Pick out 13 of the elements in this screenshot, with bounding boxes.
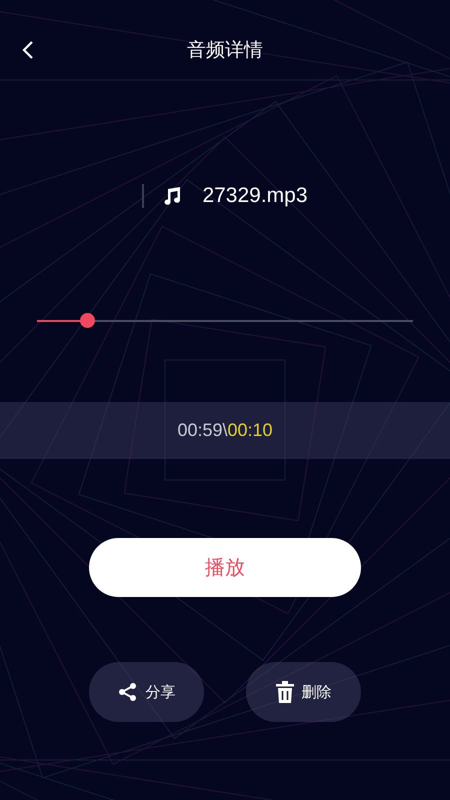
slider-thumb[interactable]	[80, 313, 95, 328]
share-button[interactable]: 分享	[89, 662, 204, 722]
page-title: 音频详情	[187, 38, 263, 63]
delete-button[interactable]: 删除	[246, 662, 361, 722]
current-time: 00:10	[228, 420, 273, 441]
back-icon	[22, 40, 34, 60]
time-separator: \	[222, 420, 228, 441]
play-button[interactable]: 播放	[89, 538, 361, 597]
share-icon	[118, 682, 138, 702]
total-time: 00:59	[177, 420, 222, 441]
trash-icon	[276, 681, 294, 703]
music-note-icon	[162, 186, 182, 206]
file-name: 27329.mp3	[202, 184, 308, 208]
